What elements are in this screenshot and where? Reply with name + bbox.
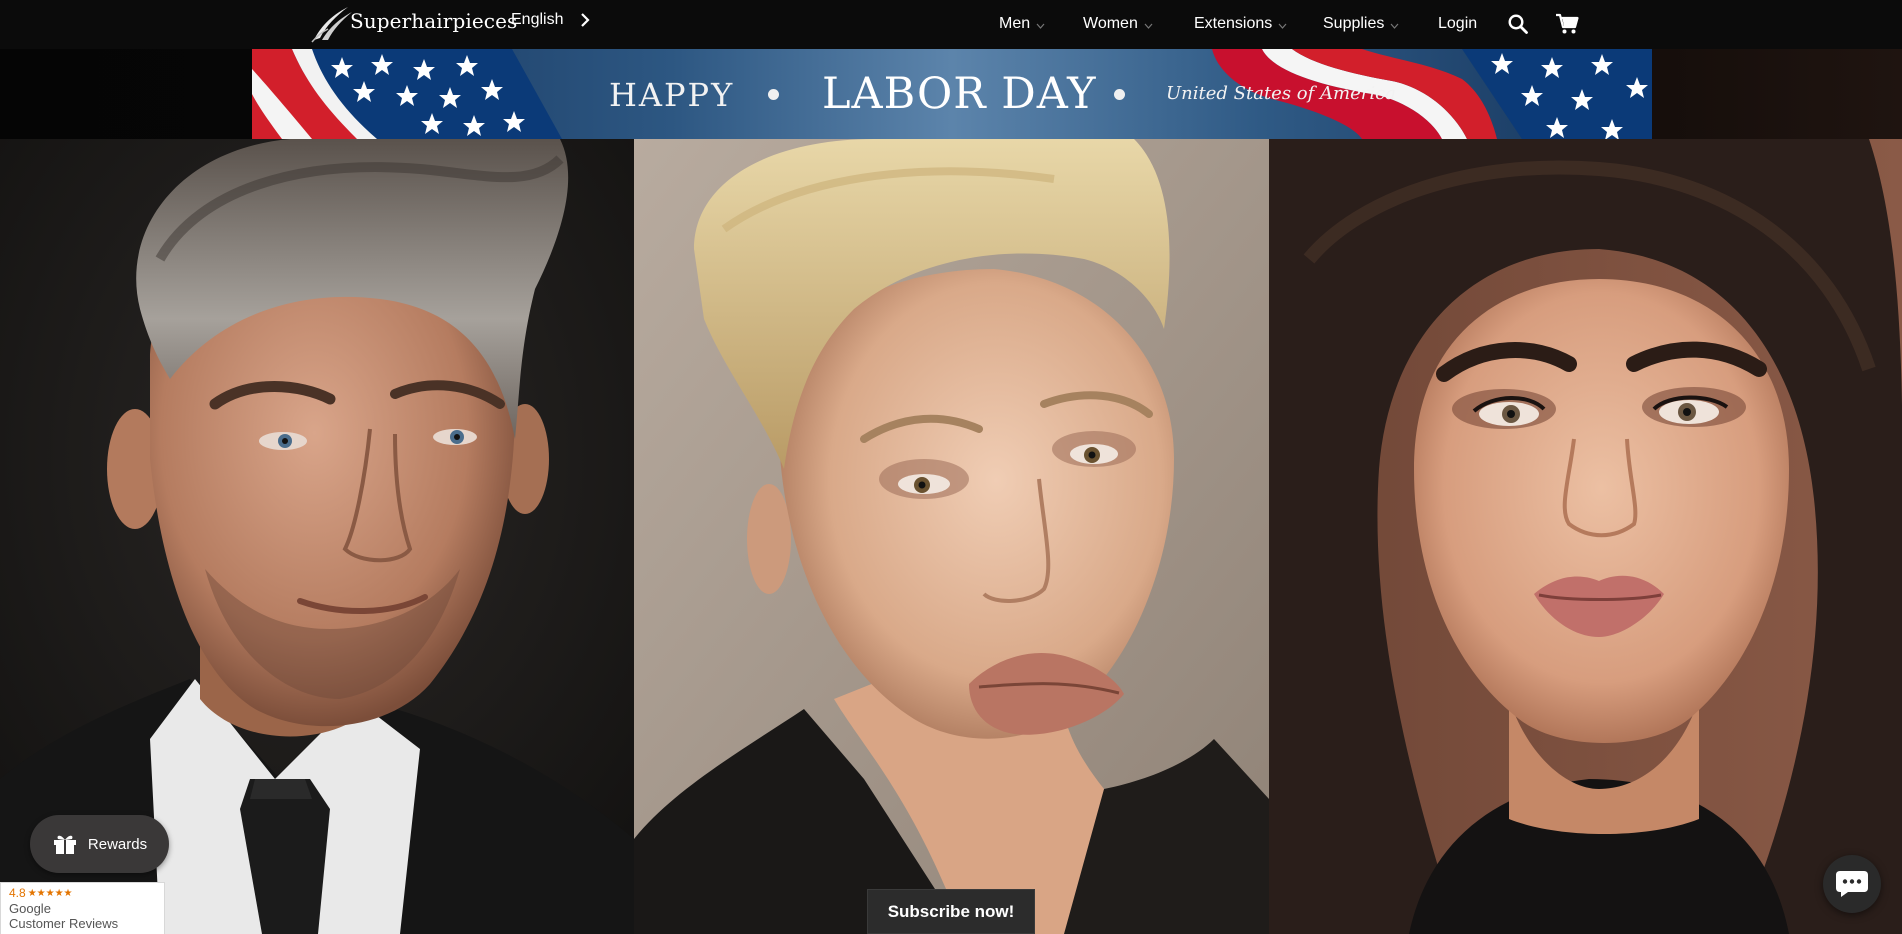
banner-separator-dot	[768, 89, 779, 100]
nav-women[interactable]: Women	[1083, 12, 1153, 36]
google-reviews-badge[interactable]: 4.8 ★★★★★ Google Customer Reviews	[0, 882, 165, 934]
logo-feather-icon	[311, 7, 352, 43]
chat-button[interactable]	[1823, 855, 1881, 913]
login-link[interactable]: Login	[1438, 12, 1477, 36]
google-subtitle: Customer Reviews	[9, 916, 119, 931]
blonde-woman-portrait-image	[634, 139, 1269, 934]
gift-icon	[53, 835, 76, 854]
cart-icon[interactable]	[1555, 13, 1579, 35]
language-selector[interactable]: English	[511, 8, 591, 32]
nav-men-label: Men	[999, 15, 1031, 32]
login-label: Login	[1438, 15, 1478, 32]
google-stars: ★★★★★	[27, 887, 73, 899]
nav-extensions-label: Extensions	[1194, 15, 1273, 32]
nav-supplies[interactable]: Supplies	[1323, 12, 1399, 36]
chat-bubble-icon	[1836, 871, 1868, 897]
banner-country-text: United States of America	[1166, 83, 1396, 104]
rewards-label: Rewards	[87, 835, 148, 853]
hero-panel-women[interactable]	[634, 139, 1269, 934]
nav-women-label: Women	[1083, 15, 1138, 32]
banner-labor-day-text: LABOR DAY	[822, 69, 1097, 119]
site-header: Superhairpieces English Men Women Extens…	[0, 0, 1902, 49]
chevron-down-icon	[1036, 23, 1045, 29]
nav-men[interactable]: Men	[999, 12, 1045, 36]
google-score: 4.8	[9, 886, 26, 900]
chevron-down-icon	[1144, 23, 1153, 29]
promo-banner-row: HAPPY LABOR DAY United States of America	[0, 49, 1902, 139]
site-logo[interactable]: Superhairpieces	[310, 4, 517, 44]
banner-separator-dot	[1114, 89, 1125, 100]
brunette-woman-portrait-image	[1269, 139, 1902, 934]
chevron-right-icon	[581, 13, 591, 27]
language-label: English	[511, 11, 564, 28]
banner-happy-text: HAPPY	[609, 76, 735, 114]
subscribe-label: Subscribe now!	[887, 901, 1015, 921]
nav-supplies-label: Supplies	[1323, 15, 1385, 32]
search-icon[interactable]	[1507, 13, 1529, 35]
nav-extensions[interactable]: Extensions	[1194, 12, 1287, 36]
rewards-button[interactable]: Rewards	[30, 815, 169, 873]
google-rating: 4.8 ★★★★★	[9, 886, 164, 900]
labor-day-banner[interactable]: HAPPY LABOR DAY United States of America	[252, 49, 1652, 139]
chevron-down-icon	[1390, 23, 1399, 29]
hero-panel-extensions[interactable]	[1269, 139, 1902, 934]
google-brand: Google	[9, 901, 51, 916]
logo-text: Superhairpieces	[350, 9, 518, 33]
subscribe-button[interactable]: Subscribe now!	[867, 889, 1035, 934]
chevron-down-icon	[1278, 23, 1287, 29]
